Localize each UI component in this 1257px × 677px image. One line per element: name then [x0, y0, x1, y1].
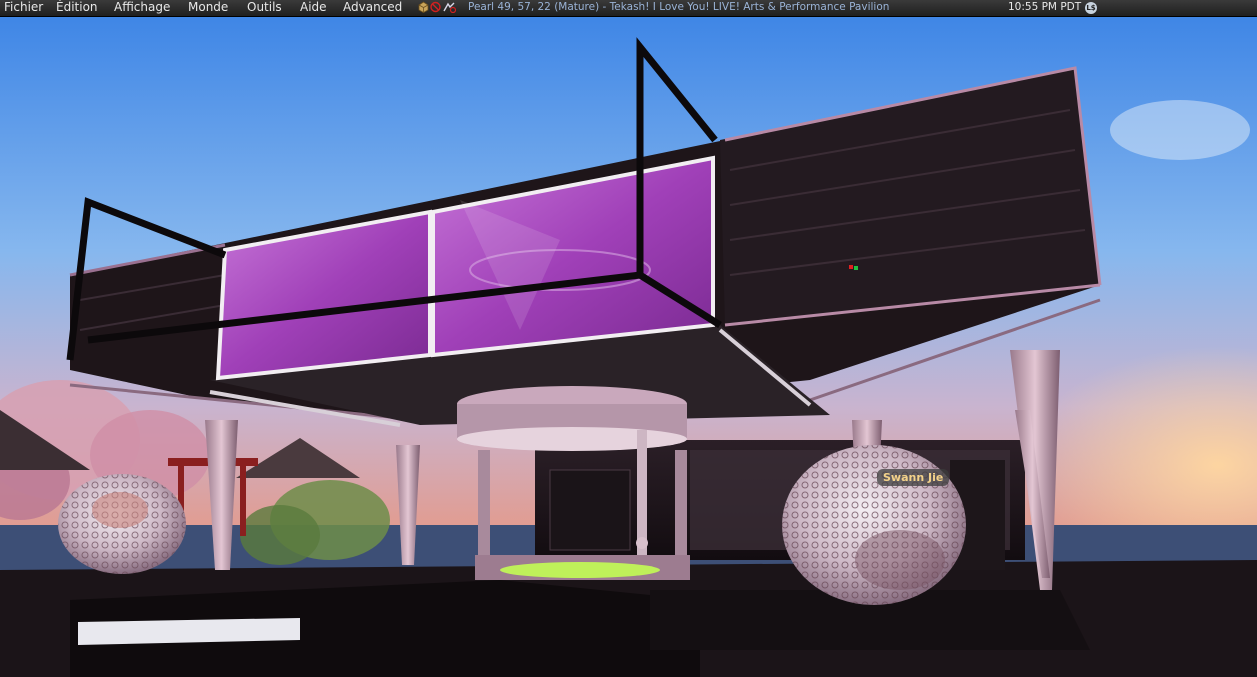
menu-advanced[interactable]: Advanced: [341, 0, 404, 16]
green-pad: [500, 562, 660, 578]
cloud: [1110, 100, 1250, 160]
menu-monde[interactable]: Monde: [186, 0, 230, 16]
menu-affichage[interactable]: Affichage: [112, 0, 172, 16]
menu-bar: Fichier Édition Affichage Monde Outils A…: [0, 0, 1257, 17]
location-readout[interactable]: Pearl 49, 57, 22 (Mature) - Tekash! I Lo…: [468, 0, 889, 15]
3d-world-viewport[interactable]: Swann Jie: [0, 17, 1257, 677]
menu-outils[interactable]: Outils: [245, 0, 284, 16]
parcel-status-icons: [418, 1, 457, 15]
lace-orb-left: [58, 474, 186, 574]
clock: 10:55 PM PDT: [1008, 1, 1082, 13]
land-icon[interactable]: [418, 1, 429, 13]
scene-render: [0, 17, 1257, 677]
menu-aide[interactable]: Aide: [298, 0, 329, 16]
menu-fichier[interactable]: Fichier: [2, 0, 45, 16]
no-push-icon[interactable]: [442, 1, 457, 14]
no-fly-icon[interactable]: [430, 1, 441, 13]
avatar-name-tag[interactable]: Swann Jie: [877, 469, 950, 486]
menu-edition[interactable]: Édition: [54, 0, 100, 16]
currency-badge[interactable]: L$: [1085, 2, 1097, 14]
